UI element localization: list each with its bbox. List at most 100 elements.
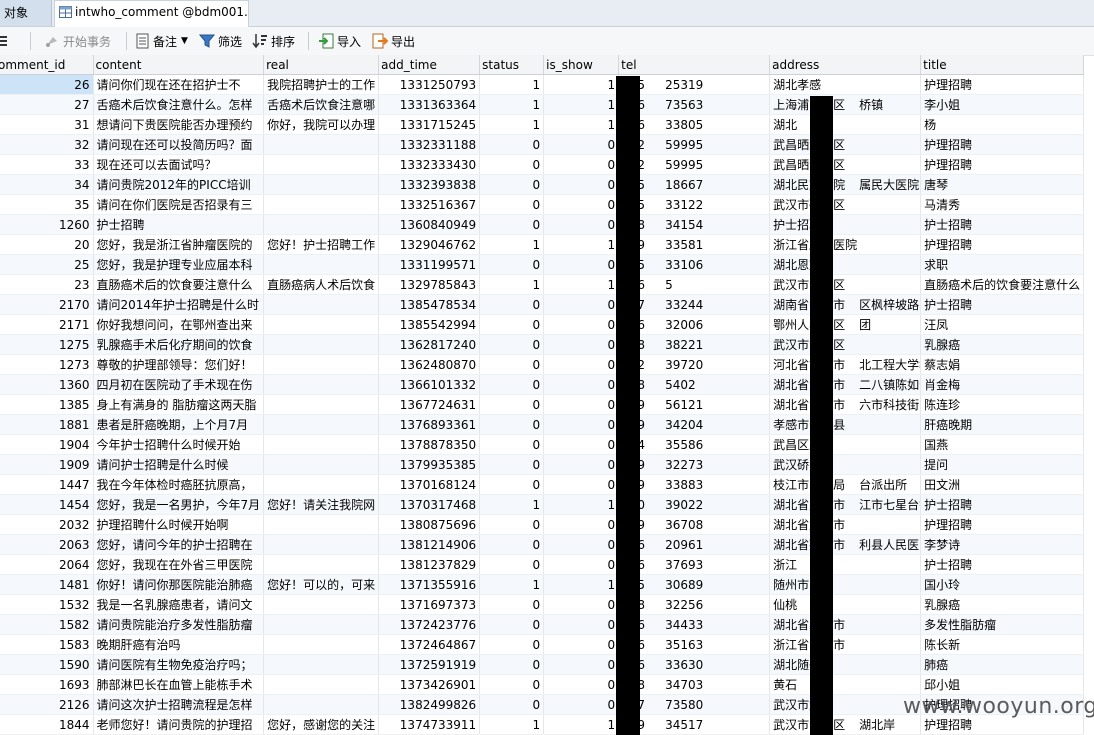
table-row[interactable]: 1583晚期肝癌有治吗13724648670018635163浙江省温州市陈长新 <box>0 634 1085 655</box>
tel-cell[interactable]: 13834703 <box>618 674 771 695</box>
address-cell[interactable]: 武汉市硚口区 <box>769 194 922 215</box>
comment-id-cell[interactable]: 1454 <box>0 494 94 515</box>
title-cell[interactable]: 肖金梅 <box>920 374 1085 395</box>
content-cell[interactable]: 你好我想问问，在鄂州查出来 <box>93 314 265 335</box>
title-cell[interactable]: 唐琴 <box>920 174 1085 195</box>
address-cell[interactable]: 武汉市洪山区 <box>769 274 922 295</box>
table-row[interactable]: 1881患者是肝癌晚期，上个月7月13768933610013934204孝感市… <box>0 414 1085 435</box>
table-row[interactable]: 2170请问2014年护士招聘是什么时13854785340018733244湖… <box>0 294 1085 315</box>
add-time-cell[interactable]: 1362817240 <box>378 334 481 355</box>
title-cell[interactable]: 乳腺癌 <box>920 334 1085 355</box>
is-show-cell[interactable]: 0 <box>543 434 620 455</box>
comment-id-cell[interactable]: 1481 <box>0 574 94 595</box>
table-row[interactable]: 34请问贵院2012年的PICC培训13323938380015518667湖北… <box>0 174 1085 195</box>
content-cell[interactable]: 请问贵院2012年的PICC培训 <box>93 174 265 195</box>
title-cell[interactable]: 护士招聘 <box>920 214 1085 235</box>
comment-id-cell[interactable]: 26 <box>0 74 94 95</box>
content-cell[interactable]: 请问在你们医院是否招录有三 <box>93 194 265 215</box>
table-row[interactable]: 1532我是一名乳腺癌患者，请问文13716973730015832256仙桃乳… <box>0 594 1085 615</box>
real-cell[interactable] <box>263 534 380 555</box>
comment-id-cell[interactable]: 1275 <box>0 334 94 355</box>
title-cell[interactable]: 护理招聘 <box>920 234 1085 255</box>
tel-cell[interactable]: 13633805 <box>618 114 771 135</box>
content-cell[interactable]: 您好，请问今年的护士招聘在 <box>93 534 265 555</box>
tel-cell[interactable]: 13834154 <box>618 214 771 235</box>
status-cell[interactable]: 0 <box>479 414 545 435</box>
status-cell[interactable]: 0 <box>479 614 545 635</box>
address-cell[interactable]: 湖北随州 <box>769 654 922 675</box>
content-cell[interactable]: 请问2014年护士招聘是什么时 <box>93 294 265 315</box>
add-time-cell[interactable]: 1332393838 <box>378 174 481 195</box>
content-cell[interactable]: 老师您好！请问贵院的护理招 <box>93 714 265 735</box>
is-show-cell[interactable]: 0 <box>543 634 620 655</box>
is-show-cell[interactable]: 0 <box>543 554 620 575</box>
column-header-comment-id[interactable]: omment_id <box>0 55 94 75</box>
tel-cell[interactable]: 18933883 <box>618 474 771 495</box>
add-time-cell[interactable]: 1362480870 <box>378 354 481 375</box>
title-cell[interactable]: 李小姐 <box>920 94 1085 115</box>
real-cell[interactable] <box>263 414 380 435</box>
content-cell[interactable]: 您好，我是浙江省肿瘤医院的 <box>93 234 265 255</box>
tel-cell[interactable]: 15518667 <box>618 174 771 195</box>
address-cell[interactable]: 武汉市武昌 <box>769 694 922 715</box>
tel-cell[interactable]: 13673563 <box>618 94 771 115</box>
tel-cell[interactable]: 15533122 <box>618 194 771 215</box>
add-time-cell[interactable]: 1381237829 <box>378 554 481 575</box>
tel-cell[interactable]: 15525319 <box>618 74 771 95</box>
status-cell[interactable]: 0 <box>479 374 545 395</box>
is-show-cell[interactable]: 0 <box>543 314 620 335</box>
is-show-cell[interactable]: 0 <box>543 214 620 235</box>
status-cell[interactable]: 0 <box>479 294 545 315</box>
comment-id-cell[interactable]: 2170 <box>0 294 94 315</box>
status-cell[interactable]: 0 <box>479 654 545 675</box>
real-cell[interactable]: 舌癌术后饮食注意哪 <box>263 94 380 115</box>
table-row[interactable]: 1360四月初在医院动了手术现在伤1366101332001585402湖北省大… <box>0 374 1085 395</box>
is-show-cell[interactable]: 1 <box>543 274 620 295</box>
address-cell[interactable]: 武汉市洪山区湖北岸 <box>769 714 922 735</box>
real-cell[interactable]: 您好，感谢您的关注 <box>263 714 380 735</box>
comment-id-cell[interactable]: 1590 <box>0 654 94 675</box>
tel-cell[interactable]: 18956121 <box>618 394 771 415</box>
table-row[interactable]: 2171你好我想问问，在鄂州查出来13855429940013632006鄂州人… <box>0 314 1085 335</box>
comment-id-cell[interactable]: 2126 <box>0 694 94 715</box>
column-header-is-show[interactable]: is_show <box>543 55 620 75</box>
tel-cell[interactable]: 18634433 <box>618 614 771 635</box>
real-cell[interactable] <box>263 194 380 215</box>
tel-cell[interactable]: 18039022 <box>618 494 771 515</box>
tel-cell[interactable]: 15933581 <box>618 234 771 255</box>
title-cell[interactable]: 护理招聘 <box>920 74 1085 95</box>
is-show-cell[interactable]: 0 <box>543 454 620 475</box>
comment-id-cell[interactable]: 2063 <box>0 534 94 555</box>
status-cell[interactable]: 0 <box>479 174 545 195</box>
column-header-content[interactable]: content <box>93 55 265 75</box>
comment-id-cell[interactable]: 1385 <box>0 394 94 415</box>
tel-cell[interactable]: 18620961 <box>618 534 771 555</box>
is-show-cell[interactable]: 0 <box>543 254 620 275</box>
is-show-cell[interactable]: 0 <box>543 514 620 535</box>
real-cell[interactable] <box>263 374 380 395</box>
add-time-cell[interactable]: 1373426901 <box>378 674 481 695</box>
comment-id-cell[interactable]: 1447 <box>0 474 94 495</box>
real-cell[interactable] <box>263 354 380 375</box>
title-cell[interactable]: 陈长新 <box>920 634 1085 655</box>
real-cell[interactable] <box>263 134 380 155</box>
title-cell[interactable]: 护理招聘 <box>920 514 1085 535</box>
content-cell[interactable]: 直肠癌术后的饮食要注意什么 <box>93 274 265 295</box>
comment-id-cell[interactable]: 1273 <box>0 354 94 375</box>
tel-cell[interactable]: 15936708 <box>618 514 771 535</box>
status-cell[interactable]: 0 <box>479 474 545 495</box>
real-cell[interactable]: 您好！请关注我院网 <box>263 494 380 515</box>
content-cell[interactable]: 晚期肝癌有治吗 <box>93 634 265 655</box>
real-cell[interactable] <box>263 614 380 635</box>
content-cell[interactable]: 请问现在还可以投简历吗？面 <box>93 134 265 155</box>
content-cell[interactable]: 我是一名乳腺癌患者，请问文 <box>93 594 265 615</box>
is-show-cell[interactable]: 0 <box>543 354 620 375</box>
add-time-cell[interactable]: 1360840949 <box>378 214 481 235</box>
real-cell[interactable] <box>263 214 380 235</box>
is-show-cell[interactable]: 1 <box>543 714 620 735</box>
add-time-cell[interactable]: 1372591919 <box>378 654 481 675</box>
comment-id-cell[interactable]: 20 <box>0 234 94 255</box>
address-cell[interactable]: 湖北省武汉市 <box>769 514 922 535</box>
address-cell[interactable]: 随州市 <box>769 574 922 595</box>
status-cell[interactable]: 0 <box>479 634 545 655</box>
